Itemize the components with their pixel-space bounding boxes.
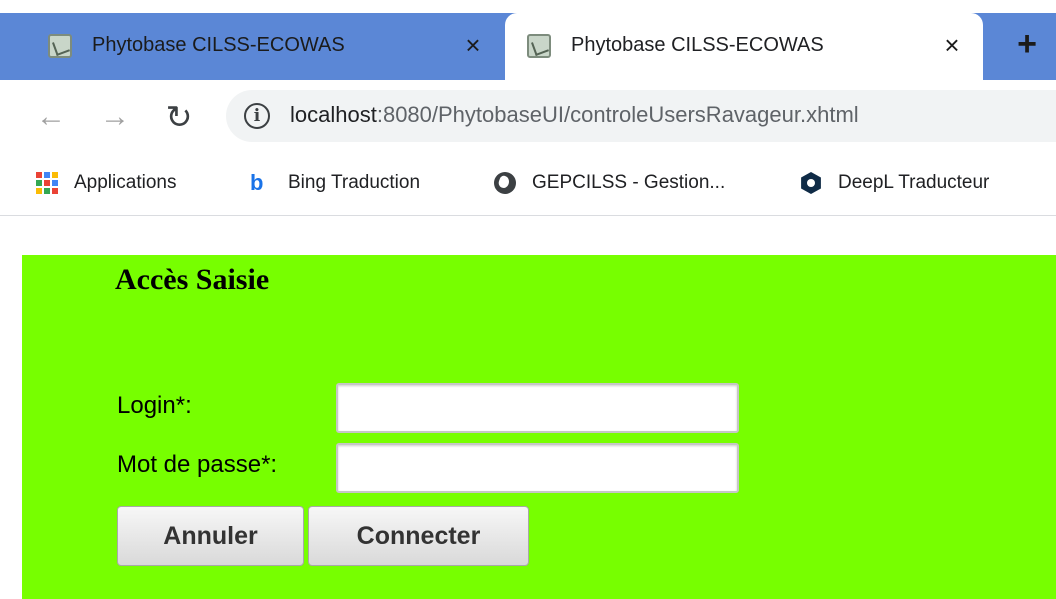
tab-inactive[interactable]: Phytobase CILSS-ECOWAS × (0, 13, 500, 80)
forward-arrow-icon[interactable]: → (98, 100, 132, 134)
bookmarks-bar: Applications b Bing Traduction GEPCILSS … (0, 152, 1056, 216)
bookmark-label: DeepL Traducteur (838, 172, 990, 193)
login-label: Login*: (117, 392, 192, 419)
tab-title: Phytobase CILSS-ECOWAS (92, 34, 345, 56)
bookmark-gepcilss[interactable]: GEPCILSS - Gestion... (494, 168, 725, 198)
favicon-icon (527, 34, 551, 58)
tab-close-icon[interactable]: × (937, 30, 967, 60)
favicon-icon (48, 34, 72, 58)
globe-icon (494, 172, 516, 194)
bookmark-label: Bing Traduction (288, 172, 421, 193)
back-arrow-icon[interactable]: ← (34, 100, 68, 134)
page-title: Accès Saisie (115, 263, 270, 296)
bookmark-deepl[interactable]: DeepL Traducteur (800, 168, 989, 198)
login-panel: Accès Saisie Login*: Mot de passe*: Annu… (22, 255, 1056, 599)
url-text[interactable]: localhost:8080/PhytobaseUI/controleUsers… (290, 102, 859, 128)
bookmark-label: GEPCILSS - Gestion... (532, 172, 726, 193)
new-tab-button[interactable]: + (1010, 27, 1044, 61)
bookmark-bing-traduction[interactable]: b Bing Traduction (250, 168, 420, 198)
bookmark-label: Applications (74, 172, 177, 193)
tab-strip: Phytobase CILSS-ECOWAS × Phytobase CILSS… (0, 0, 1056, 80)
tab-title: Phytobase CILSS-ECOWAS (571, 34, 824, 56)
browser-toolbar: ← → ↻ i localhost:8080/PhytobaseUI/contr… (0, 80, 1056, 152)
cancel-button[interactable]: Annuler (117, 506, 304, 566)
bookmark-applications[interactable]: Applications (36, 168, 176, 198)
bing-icon: b (250, 170, 264, 195)
address-bar[interactable]: i localhost:8080/PhytobaseUI/controleUse… (226, 90, 1056, 142)
deepl-icon (801, 172, 821, 194)
tab-active[interactable]: Phytobase CILSS-ECOWAS × (505, 13, 983, 80)
tab-close-icon[interactable]: × (458, 30, 488, 60)
login-input[interactable] (336, 383, 739, 433)
reload-icon[interactable]: ↻ (162, 100, 196, 134)
connect-button[interactable]: Connecter (308, 506, 529, 566)
password-input[interactable] (336, 443, 739, 493)
info-icon[interactable]: i (244, 103, 270, 129)
apps-grid-icon (36, 172, 58, 194)
password-label: Mot de passe*: (117, 451, 278, 478)
